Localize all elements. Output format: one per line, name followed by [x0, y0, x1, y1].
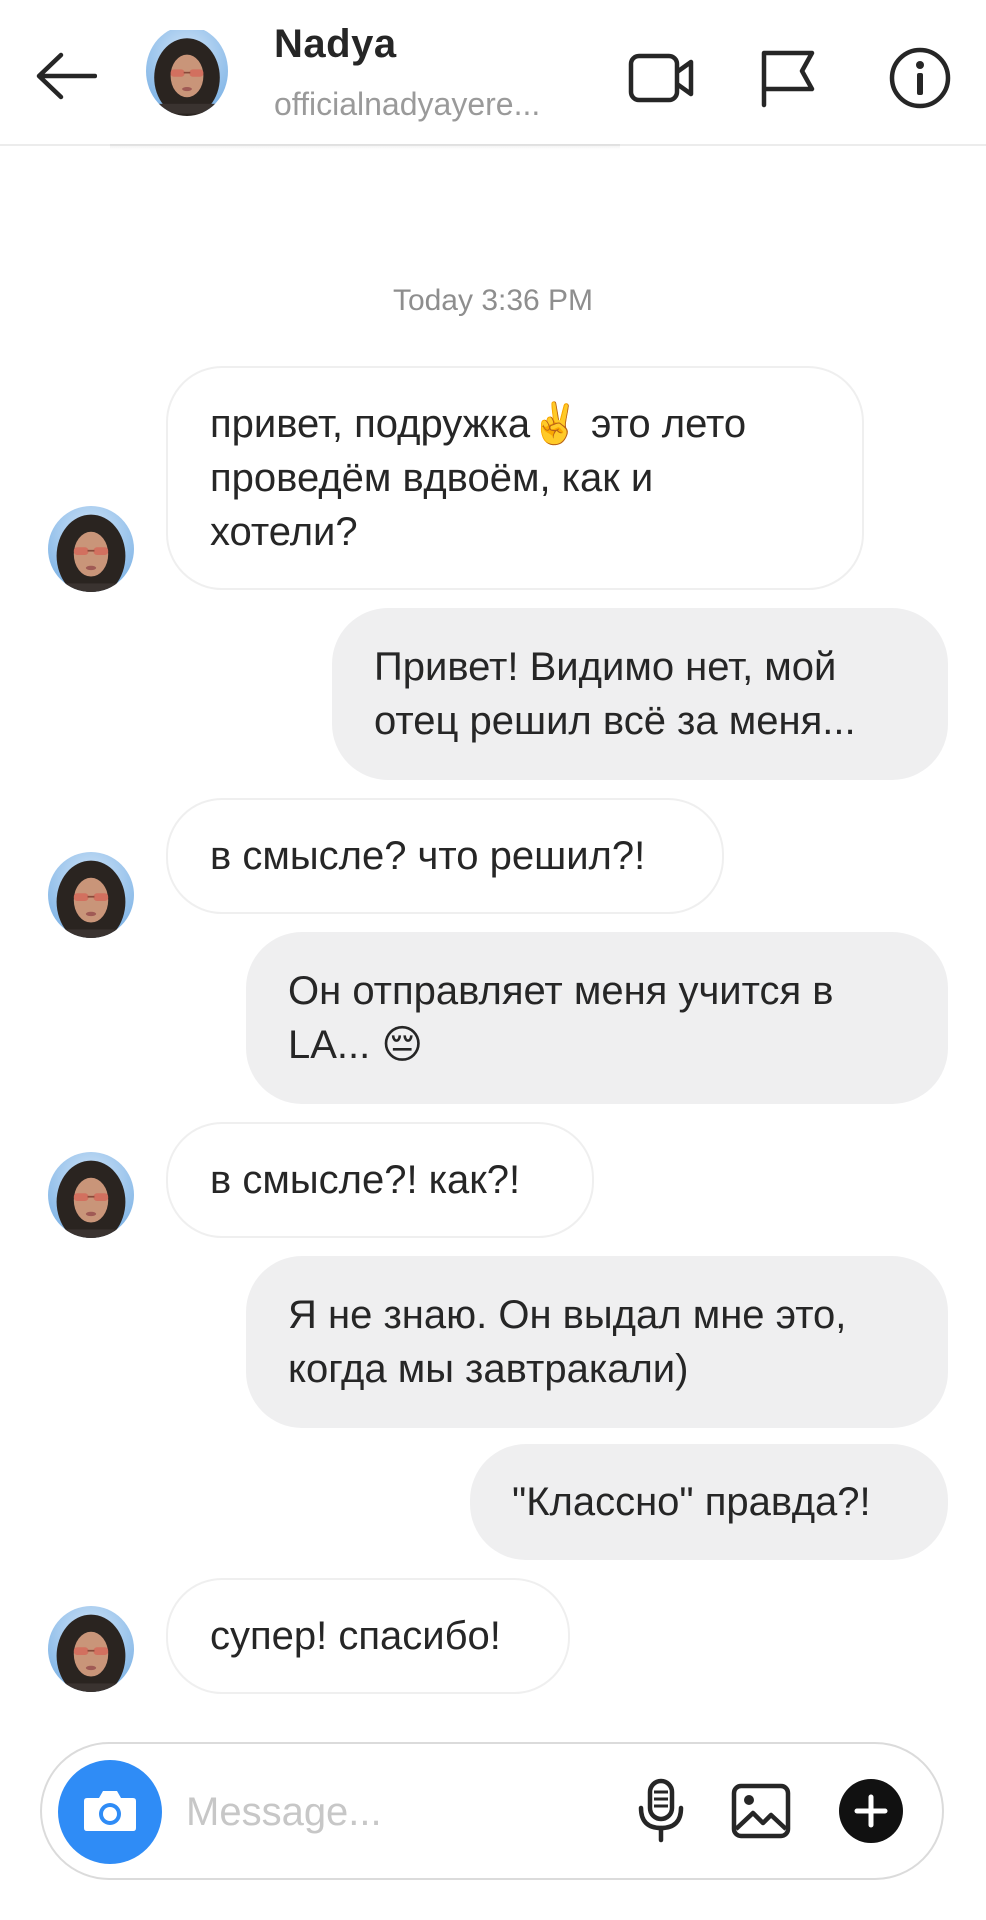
- message-bubble-outgoing[interactable]: Привет! Видимо нет, мой отец решил всё з…: [332, 608, 948, 780]
- message-composer: [40, 1742, 944, 1880]
- sender-avatar[interactable]: [48, 506, 134, 592]
- message-bubble-outgoing[interactable]: Я не знаю. Он выдал мне это, когда мы за…: [246, 1256, 948, 1428]
- video-call-button[interactable]: [622, 40, 702, 120]
- back-button[interactable]: [22, 40, 106, 116]
- message-bubble-incoming[interactable]: супер! спасибо!: [166, 1578, 570, 1694]
- chat-header: Nadya officialnadyayere...: [0, 0, 986, 146]
- message-bubble-incoming[interactable]: в смысле?! как?!: [166, 1122, 594, 1238]
- message-bubble-outgoing[interactable]: Он отправляет меня учится в LA... 😔: [246, 932, 948, 1104]
- video-call-icon: [627, 50, 697, 111]
- camera-button[interactable]: [58, 1760, 162, 1864]
- contact-name[interactable]: Nadya: [274, 22, 397, 67]
- message-bubble-incoming[interactable]: привет, подружка✌️ это лето проведём вдв…: [166, 366, 864, 590]
- message-bubble-outgoing[interactable]: "Классно" правда?!: [470, 1444, 948, 1560]
- back-arrow-icon: [31, 51, 98, 106]
- microphone-icon: [636, 1778, 686, 1849]
- voice-message-button[interactable]: [618, 1770, 704, 1856]
- plus-icon: [837, 1777, 905, 1850]
- info-button[interactable]: [880, 40, 960, 120]
- gallery-button[interactable]: [718, 1770, 804, 1856]
- message-input[interactable]: [184, 1774, 604, 1850]
- report-flag-button[interactable]: [748, 40, 828, 120]
- sender-avatar[interactable]: [48, 852, 134, 938]
- flag-icon: [758, 47, 818, 114]
- chat-timestamp: Today 3:36 PM: [392, 284, 594, 317]
- message-bubble-incoming[interactable]: в смысле? что решил?!: [166, 798, 724, 914]
- header-avatar[interactable]: [146, 26, 228, 116]
- info-icon: [888, 46, 952, 115]
- contact-username[interactable]: officialnadyayere...: [274, 86, 574, 123]
- camera-icon: [81, 1786, 139, 1839]
- sender-avatar[interactable]: [48, 1152, 134, 1238]
- header-shadow: [110, 144, 620, 150]
- gallery-icon: [731, 1783, 791, 1844]
- sender-avatar[interactable]: [48, 1606, 134, 1692]
- more-options-button[interactable]: [828, 1770, 914, 1856]
